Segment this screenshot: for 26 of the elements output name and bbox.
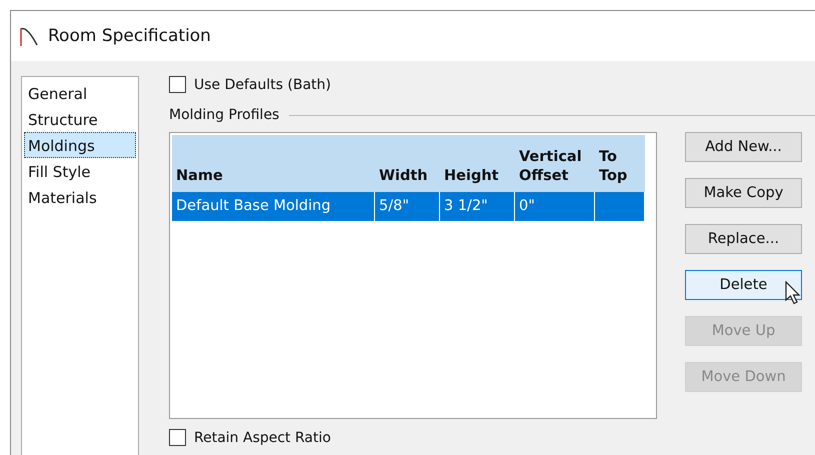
- column-header[interactable]: Vertical Offset: [515, 148, 595, 192]
- column-header[interactable]: Name: [172, 167, 375, 192]
- table-cell: 3 1/2": [444, 198, 488, 214]
- checkbox-label: Retain Aspect Ratio: [194, 430, 331, 446]
- table-cell: 0": [519, 198, 535, 214]
- checkbox-label: Use Defaults (Bath): [194, 76, 331, 92]
- arch-icon: [19, 25, 39, 47]
- action-button[interactable]: Replace...: [685, 224, 802, 254]
- group-title: Molding Profiles: [169, 107, 280, 123]
- action-button[interactable]: Make Copy: [685, 178, 802, 208]
- window-title: Room Specification: [48, 26, 211, 46]
- table-cell: Default Base Molding: [176, 198, 331, 214]
- category-item[interactable]: General: [24, 80, 136, 106]
- table-cell: 5/8": [379, 198, 410, 214]
- table-row[interactable]: Default Base Molding 5/8" 3 1/2" 0": [172, 192, 645, 221]
- column-header[interactable]: To Top: [595, 148, 645, 192]
- column-header[interactable]: Height: [440, 167, 515, 192]
- checkbox[interactable]: [169, 76, 186, 93]
- pointer-cursor-icon: [785, 281, 801, 305]
- category-item[interactable]: Materials: [24, 184, 136, 210]
- action-button[interactable]: Add New...: [685, 132, 802, 162]
- category-item[interactable]: Moldings: [24, 132, 136, 158]
- category-item[interactable]: Fill Style: [24, 158, 136, 184]
- category-item[interactable]: Structure: [24, 106, 136, 132]
- column-header[interactable]: Width: [375, 167, 440, 192]
- checkbox[interactable]: [169, 429, 186, 446]
